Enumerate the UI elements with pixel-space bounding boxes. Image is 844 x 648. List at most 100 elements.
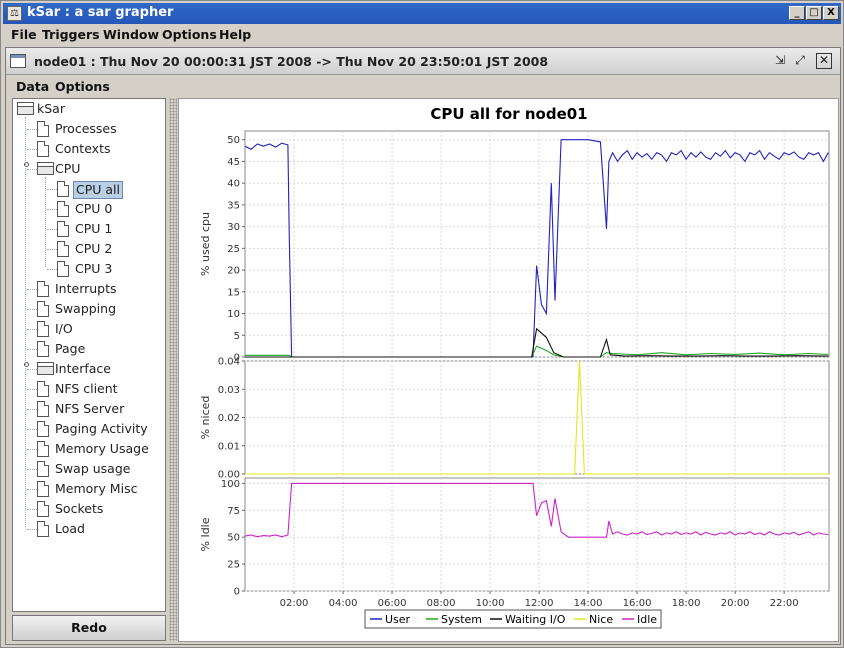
tree-item-label: Swapping (55, 301, 117, 316)
legend-label: Nice (589, 613, 613, 626)
x-tick-label: 18:00 (672, 598, 701, 609)
application-window: ⚖ kSar : a sar grapher _ □ X File Trigge… (0, 0, 844, 648)
tree-item-label: Sockets (55, 501, 104, 516)
menu-options[interactable]: Options (162, 27, 217, 42)
tree-item-cpu-3[interactable]: CPU 3 (15, 259, 163, 279)
document-icon (37, 121, 49, 137)
y-tick-label: 10 (227, 309, 240, 320)
maximize-icon[interactable]: ⤢ (792, 53, 808, 69)
y-tick-label: 5 (234, 331, 240, 342)
internal-frame-title-bar[interactable]: node01 : Thu Nov 20 00:00:31 JST 2008 ->… (6, 48, 840, 75)
tree-item-label: Interface (55, 361, 111, 376)
menu-triggers[interactable]: Triggers (42, 27, 100, 42)
tree-item-label: Memory Usage (55, 441, 149, 456)
menu-window[interactable]: Window (103, 27, 159, 42)
close-button[interactable]: X (823, 6, 839, 20)
tree-item-contexts[interactable]: Contexts (15, 139, 163, 159)
y-tick-label: 15 (227, 287, 240, 298)
x-tick-label: 10:00 (476, 598, 505, 609)
tree-connector (27, 429, 37, 430)
tree-connector (47, 209, 57, 210)
tree-item-i-o[interactable]: I/O (15, 319, 163, 339)
document-icon (37, 521, 49, 537)
document-icon (37, 481, 49, 497)
tree-item-page[interactable]: Page (15, 339, 163, 359)
tree-item-label: CPU 0 (75, 201, 113, 216)
tree-item-cpu-all[interactable]: CPU all (15, 179, 163, 199)
tree-connector (27, 529, 37, 530)
split-pane-divider[interactable] (169, 98, 177, 641)
y-axis-label: % Idle (199, 517, 212, 551)
tree-item-load[interactable]: Load (15, 519, 163, 539)
x-tick-label: 16:00 (623, 598, 652, 609)
tree-item-cpu-2[interactable]: CPU 2 (15, 239, 163, 259)
tree-item-label: CPU all (73, 181, 123, 199)
y-tick-label: 50 (227, 135, 240, 146)
tree-connector (27, 409, 37, 410)
internal-frame: node01 : Thu Nov 20 00:00:31 JST 2008 ->… (5, 47, 841, 645)
menu-bar: File Triggers Window Options Help (3, 25, 841, 45)
tree-connector (27, 349, 37, 350)
tree-connector (27, 389, 37, 390)
title-bar[interactable]: ⚖ kSar : a sar grapher _ □ X (3, 3, 841, 24)
tree-item-memory-misc[interactable]: Memory Misc (15, 479, 163, 499)
menu-data[interactable]: Data (16, 79, 49, 94)
menu-file[interactable]: File (11, 27, 37, 42)
y-tick-label: 30 (227, 222, 240, 233)
legend-label: Waiting I/O (505, 613, 566, 626)
y-tick-label: 0.03 (218, 385, 240, 396)
menu-inner-options[interactable]: Options (55, 79, 110, 94)
menu-help[interactable]: Help (219, 27, 251, 42)
tree-connector (27, 329, 37, 330)
tree-panel[interactable]: kSar Processes Contexts CPU CPU all CPU 0 CPU… (12, 98, 166, 612)
tree-item-cpu-1[interactable]: CPU 1 (15, 219, 163, 239)
folder-icon (37, 162, 54, 175)
y-tick-label: 0.02 (218, 413, 240, 424)
tree-connector (27, 149, 37, 150)
tree-item-memory-usage[interactable]: Memory Usage (15, 439, 163, 459)
redo-button[interactable]: Redo (12, 615, 166, 641)
tree-item-interface[interactable]: Interface (15, 359, 163, 379)
tree-item-cpu-0[interactable]: CPU 0 (15, 199, 163, 219)
tree-item-sockets[interactable]: Sockets (15, 499, 163, 519)
y-tick-label: 20 (227, 266, 240, 277)
x-tick-label: 02:00 (280, 598, 309, 609)
chart-panel: CPU all for node01 0 5 10 15 20 25 30 35 40 45 50 % … (178, 98, 839, 642)
document-icon (37, 381, 49, 397)
tree-item-label: I/O (55, 321, 73, 336)
tree-item-label: Swap usage (55, 461, 131, 476)
tree-item-label: Page (55, 341, 86, 356)
tree-root[interactable]: kSar (15, 99, 155, 119)
cpu-chart: CPU all for node01 0 5 10 15 20 25 30 35 40 45 50 % … (199, 105, 830, 629)
minimize-button[interactable]: _ (789, 6, 805, 20)
tree-item-paging-activity[interactable]: Paging Activity (15, 419, 163, 439)
document-icon (37, 141, 49, 157)
tree-item-nfs-server[interactable]: NFS Server (15, 399, 163, 419)
tree-item-nfs-client[interactable]: NFS client (15, 379, 163, 399)
y-tick-label: 0 (234, 587, 240, 598)
tree-connector (25, 117, 26, 527)
tree-connector (47, 229, 57, 230)
x-tick-label: 20:00 (721, 598, 750, 609)
y-tick-label: 25 (227, 244, 240, 255)
tree-item-label: CPU 2 (75, 241, 113, 256)
tree-item-label: CPU 1 (75, 221, 113, 236)
tree-item-label: CPU (55, 161, 81, 176)
plot-area (244, 477, 830, 592)
tree-item-label: Interrupts (55, 281, 117, 296)
tree-item-interrupts[interactable]: Interrupts (15, 279, 163, 299)
tree-connector (47, 269, 57, 270)
y-tick-label: 35 (227, 200, 240, 211)
tree-item-swap-usage[interactable]: Swap usage (15, 459, 163, 479)
tree-item-processes[interactable]: Processes (15, 119, 163, 139)
document-icon (57, 261, 69, 277)
tree-connector (47, 189, 57, 190)
tree-item-cpu[interactable]: CPU (15, 159, 163, 179)
tree-item-label: Contexts (55, 141, 111, 156)
tree-item-swapping[interactable]: Swapping (15, 299, 163, 319)
close-icon[interactable]: ✕ (816, 53, 832, 69)
maximize-button[interactable]: □ (806, 6, 822, 20)
legend-label: User (385, 613, 411, 626)
y-axis-label: % used cpu (199, 212, 212, 276)
iconify-icon[interactable]: ⇲ (772, 53, 788, 69)
